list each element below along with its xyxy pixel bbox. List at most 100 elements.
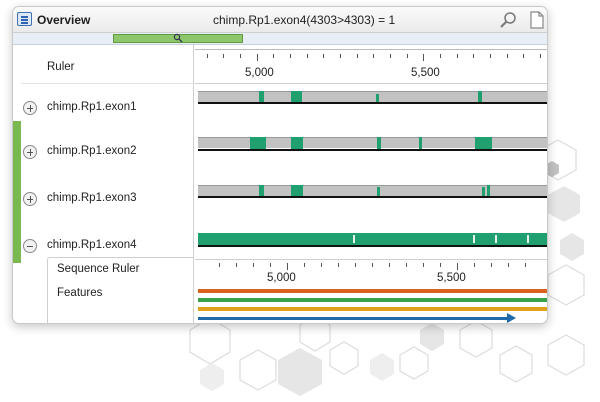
track-exon3-baseline <box>198 196 547 198</box>
sequence-ruler-label: Sequence Ruler <box>57 263 140 275</box>
track-exon3-lane <box>198 185 547 196</box>
track-view-area[interactable]: 5,000 5,500 5,000 5,500 <box>195 45 547 323</box>
feature-arrow-head <box>507 313 516 323</box>
seq-ruler-minor-tick <box>236 263 237 267</box>
seq-ruler-major-tick <box>457 263 458 270</box>
exon-block[interactable] <box>377 187 380 196</box>
exon-block[interactable] <box>291 185 303 196</box>
seq-ruler-minor-tick <box>474 263 475 267</box>
selection-edge-marker <box>13 121 21 263</box>
seq-ruler-tick-label: 5,000 <box>267 272 296 284</box>
exon-gap <box>527 235 529 243</box>
seq-ruler-minor-tick <box>219 263 220 267</box>
overview-panel: Overview chimp.Rp1.exon4(4303>4303) = 1 … <box>12 6 548 324</box>
track-label-exon2: chimp.Rp1.exon2 <box>47 145 137 157</box>
seq-ruler-tick-label: 5,500 <box>437 272 466 284</box>
exon-gap <box>495 235 497 243</box>
overview-icon <box>17 12 32 26</box>
feature-arrow-blue[interactable] <box>198 317 510 320</box>
panel-title: Overview <box>37 13 91 27</box>
ruler-minor-tick <box>457 54 458 58</box>
ruler-minor-tick <box>307 54 308 58</box>
track-exon4-baseline <box>198 245 547 247</box>
ruler-minor-tick <box>373 54 374 58</box>
ruler-minor-tick <box>407 54 408 58</box>
ruler-major-tick <box>257 54 258 61</box>
seq-ruler-minor-tick <box>491 263 492 267</box>
expand-track-exon1-button[interactable] <box>23 101 37 115</box>
seq-ruler-minor-tick <box>389 263 390 267</box>
exon-block[interactable] <box>419 137 422 149</box>
selection-info: chimp.Rp1.exon4(4303>4303) = 1 <box>213 13 396 27</box>
exon-block[interactable] <box>291 137 303 149</box>
track-exon1-lane <box>198 91 547 102</box>
feature-bar-gold[interactable] <box>198 307 547 311</box>
navigator-viewport-handle[interactable] <box>113 33 243 43</box>
export-page-icon[interactable] <box>529 11 545 29</box>
magnifier-icon <box>173 33 183 43</box>
ruler-minor-tick <box>440 54 441 58</box>
seq-ruler-minor-tick <box>525 263 526 267</box>
ruler-minor-tick <box>507 54 508 58</box>
exon-block[interactable] <box>291 91 302 102</box>
zoom-icon[interactable] <box>499 11 519 29</box>
ruler-minor-tick <box>523 54 524 58</box>
exon-block[interactable] <box>259 91 264 102</box>
feature-bar-orange[interactable] <box>198 289 547 293</box>
seq-ruler-minor-tick <box>304 263 305 267</box>
seq-ruler-minor-tick <box>338 263 339 267</box>
seq-ruler-major-tick <box>287 263 288 270</box>
track-label-exon3: chimp.Rp1.exon3 <box>47 192 137 204</box>
ruler-minor-tick <box>340 54 341 58</box>
track-divider <box>195 259 547 260</box>
ruler-minor-tick <box>290 54 291 58</box>
row-separator <box>21 83 195 84</box>
ruler-minor-tick <box>357 54 358 58</box>
track-label-exon1: chimp.Rp1.exon1 <box>47 101 137 113</box>
exon-block[interactable] <box>475 137 492 149</box>
feature-bar-green[interactable] <box>198 298 547 302</box>
title-bar: Overview chimp.Rp1.exon4(4303>4303) = 1 <box>13 7 547 33</box>
seq-ruler-minor-tick <box>355 263 356 267</box>
seq-ruler-minor-tick <box>270 263 271 267</box>
ruler-minor-tick <box>240 54 241 58</box>
ruler-tick-label: 5,000 <box>245 67 274 79</box>
exon-gap <box>353 235 355 243</box>
ruler-minor-tick <box>207 54 208 58</box>
ruler-tick-label: 5,500 <box>411 67 440 79</box>
track-exon2-baseline <box>198 149 547 151</box>
track-label-exon4: chimp.Rp1.exon4 <box>47 239 137 251</box>
expand-track-exon3-button[interactable] <box>23 192 37 206</box>
exon-block[interactable] <box>482 187 485 196</box>
ruler-minor-tick <box>473 54 474 58</box>
track-divider <box>195 83 547 84</box>
seq-ruler-minor-tick <box>406 263 407 267</box>
seq-ruler-minor-tick <box>423 263 424 267</box>
track-exon1-baseline <box>198 102 547 104</box>
ruler-minor-tick <box>490 54 491 58</box>
seq-ruler-minor-tick <box>321 263 322 267</box>
ruler-minor-tick <box>540 54 541 58</box>
seq-ruler-minor-tick <box>372 263 373 267</box>
ruler-minor-tick <box>223 54 224 58</box>
ruler-label: Ruler <box>47 61 75 73</box>
collapse-track-exon4-button[interactable] <box>23 239 37 253</box>
exon-block[interactable] <box>250 137 266 149</box>
expand-track-exon2-button[interactable] <box>23 145 37 159</box>
seq-ruler-minor-tick <box>508 263 509 267</box>
seq-ruler-minor-tick <box>440 263 441 267</box>
exon-block[interactable] <box>377 137 381 149</box>
ruler-major-tick <box>423 54 424 61</box>
ruler-line <box>195 49 547 50</box>
exon-block[interactable] <box>487 185 490 196</box>
exon-block[interactable] <box>376 94 379 102</box>
track-labels-column: Ruler chimp.Rp1.exon1 chimp.Rp1.exon2 ch… <box>13 45 195 323</box>
ruler-minor-tick <box>323 54 324 58</box>
features-label: Features <box>57 287 103 299</box>
exon-gap <box>473 235 475 243</box>
exon-block[interactable] <box>478 91 482 102</box>
overview-navigator[interactable] <box>13 33 547 45</box>
ruler-minor-tick <box>273 54 274 58</box>
ruler-minor-tick <box>390 54 391 58</box>
exon-block[interactable] <box>259 185 264 196</box>
